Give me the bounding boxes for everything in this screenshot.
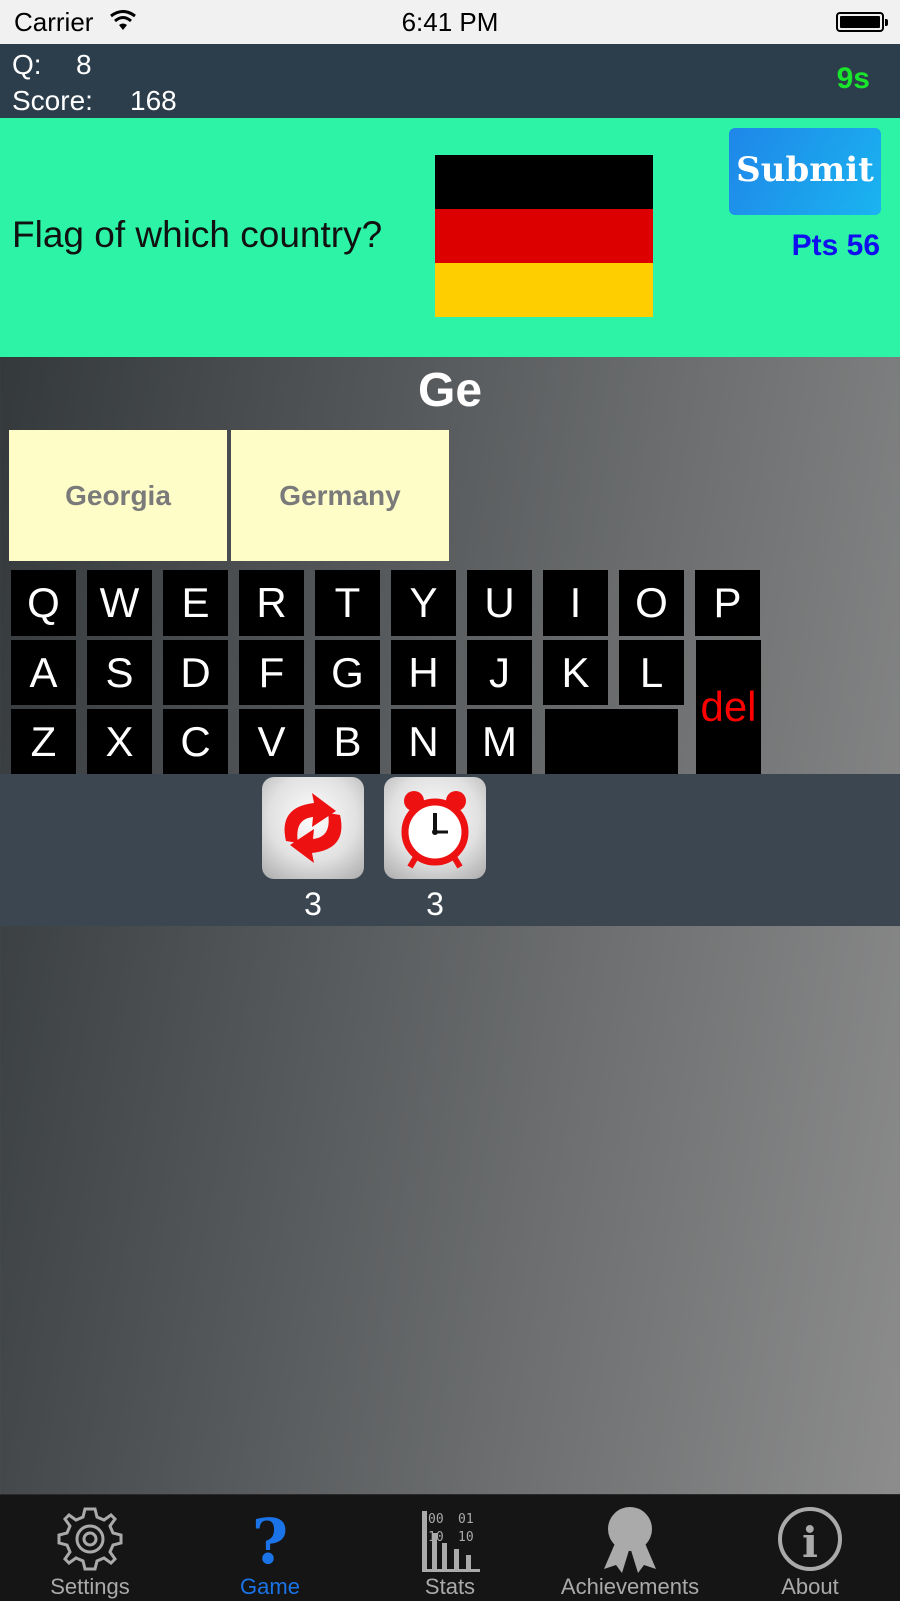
time-powerup-button[interactable] [384,777,486,879]
question-mark-icon: ? [252,1505,288,1575]
typed-answer: Ge [417,364,483,417]
flag-stripe-red [435,209,653,263]
tab-settings-label: Settings [50,1574,130,1599]
key-b[interactable]: B [315,709,380,774]
key-m[interactable]: M [467,709,532,774]
flag-stripe-gold [435,263,653,317]
battery-icon [836,12,888,32]
key-e[interactable]: E [163,570,228,636]
info-icon: i [778,1507,842,1571]
svg-text:00: 00 [428,1512,444,1527]
key-c[interactable]: C [163,709,228,774]
key-w[interactable]: W [87,570,152,636]
key-g[interactable]: G [315,640,380,705]
question-number-value: 8 [76,49,92,80]
ribbon-icon [604,1507,656,1573]
key-u[interactable]: U [467,570,532,636]
svg-text:i: i [802,1518,818,1567]
stats-icon: 00 01 10 10 [422,1511,480,1572]
submit-button[interactable]: Submit [729,128,881,215]
svg-text:10: 10 [428,1530,444,1545]
tab-about-label: About [781,1574,839,1599]
svg-text:10: 10 [458,1530,474,1545]
status-bar: Carrier 6:41 PM [0,0,900,44]
powerup-bar: 3 3 [0,774,900,926]
key-i[interactable]: I [543,570,608,636]
key-x[interactable]: X [87,709,152,774]
alarm-clock-icon [401,791,469,869]
key-f[interactable]: F [239,640,304,705]
gear-icon [57,1507,123,1571]
key-k[interactable]: K [543,640,608,705]
key-s[interactable]: S [87,640,152,705]
key-q[interactable]: Q [11,570,76,636]
flag-image [435,155,653,317]
key-v[interactable]: V [239,709,304,774]
delete-key[interactable]: del [696,640,761,774]
key-p[interactable]: P [695,570,760,636]
tab-game[interactable]: ? Game [180,1495,360,1601]
key-l[interactable]: L [619,640,684,705]
tab-game-label: Game [240,1574,300,1599]
tab-stats[interactable]: 00 01 10 10 Stats [360,1495,540,1601]
svg-text:?: ? [252,1505,288,1575]
key-d[interactable]: D [163,640,228,705]
time-powerup-count: 3 [426,886,444,922]
tab-about[interactable]: i About [720,1495,900,1601]
question-number-label: Q: [12,49,42,80]
tab-settings[interactable]: Settings [0,1495,180,1601]
key-o[interactable]: O [619,570,684,636]
clock-label: 6:41 PM [401,7,499,37]
tab-bar: Settings ? Game 00 01 10 10 Stats Achiev… [0,1494,900,1601]
tab-achievements[interactable]: Achievements [540,1495,720,1601]
score-value: 168 [130,85,177,116]
refresh-icon [284,793,342,863]
points-value: Pts 56 [791,229,880,262]
key-n[interactable]: N [391,709,456,774]
refresh-powerup-count: 3 [304,886,322,922]
key-h[interactable]: H [391,640,456,705]
key-z[interactable]: Z [11,709,76,774]
countdown-timer: 9s [836,62,870,95]
key-a[interactable]: A [11,640,76,705]
space-key[interactable] [545,709,678,774]
key-j[interactable]: J [467,640,532,705]
score-header: Q: 8 Score: 168 9s [0,44,900,118]
tab-stats-label: Stats [424,1574,476,1599]
flag-stripe-black [435,155,653,209]
suggestion-germany[interactable]: Germany [231,430,449,561]
key-t[interactable]: T [315,570,380,636]
key-r[interactable]: R [239,570,304,636]
key-y[interactable]: Y [391,570,456,636]
tab-achievements-label: Achievements [560,1574,700,1599]
svg-text:01: 01 [458,1512,474,1527]
question-text: Flag of which country? [12,214,383,255]
question-panel: Flag of which country? Submit Pts 56 [0,118,900,357]
score-label: Score: [12,85,93,116]
refresh-powerup-button[interactable] [262,777,364,879]
suggestion-georgia[interactable]: Georgia [9,430,227,561]
